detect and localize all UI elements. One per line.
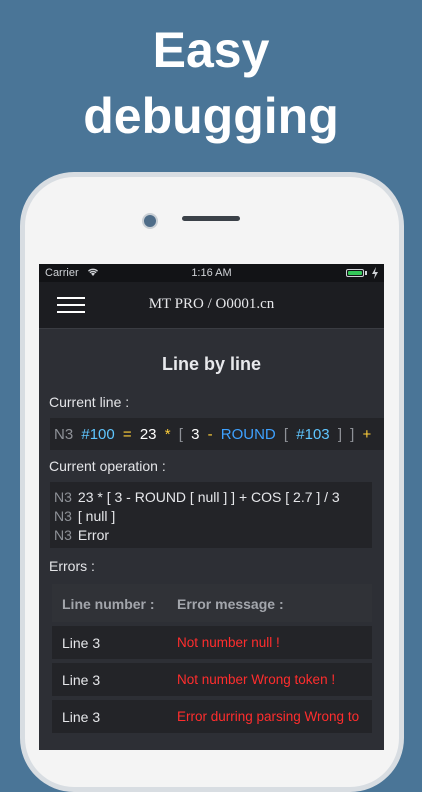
operation-line: N3 Error <box>54 527 368 546</box>
token-bracket: [ <box>283 426 289 443</box>
battery-icon <box>346 269 364 277</box>
table-row[interactable]: Line 3 Error durring parsing Wrong to <box>52 700 372 733</box>
token-variable: #100 <box>81 426 115 443</box>
errors-table: Line number : Error message : Line 3 Not… <box>52 584 372 733</box>
token-number: 3 <box>191 426 200 443</box>
operation-line-number: N3 <box>54 508 72 524</box>
battery-tip <box>365 271 367 275</box>
headline-line-1: Easy <box>152 22 270 78</box>
nav-title: MT PRO / O0001.cn <box>148 296 275 312</box>
token-variable: #103 <box>296 426 330 443</box>
operation-line-number: N3 <box>54 489 72 505</box>
current-operation-box: N3 23 * [ 3 - ROUND [ null ] ] + COS [ 2.… <box>50 482 372 548</box>
row-error-message: Not number Wrong token ! <box>177 672 336 687</box>
row-error-message: Error durring parsing Wrong to <box>177 709 360 724</box>
headline-line-2: debugging <box>83 88 339 144</box>
token-operator: + <box>362 426 372 443</box>
table-row[interactable]: Line 3 Not number null ! <box>52 626 372 659</box>
table-row[interactable]: Line 3 Not number Wrong token ! <box>52 663 372 696</box>
operation-text: [ null ] <box>77 508 116 524</box>
app-screen: Carrier 1:16 AM MT PRO / O0001.cn Line b… <box>39 264 384 750</box>
row-error-message: Not number null ! <box>177 635 280 650</box>
front-camera <box>142 213 158 229</box>
section-title: Line by line <box>161 354 262 374</box>
token-operator: * <box>164 426 171 443</box>
operation-text: 23 * [ 3 - ROUND [ null ] ] + COS [ 2.7 … <box>77 489 340 505</box>
token-bracket: ] <box>350 426 355 443</box>
token-number: 23 <box>139 426 157 443</box>
token-line-number: N3 <box>54 426 74 443</box>
operation-text: Error <box>77 527 110 543</box>
row-line-number: Line 3 <box>62 635 101 651</box>
earpiece-speaker <box>182 216 240 221</box>
table-header: Line number : Error message : <box>52 584 372 622</box>
header-error-message: Error message : <box>177 596 284 612</box>
token-bracket: ] <box>337 426 342 443</box>
nav-bar: MT PRO / O0001.cn <box>39 282 384 329</box>
token-bracket: [ <box>178 426 183 443</box>
row-line-number: Line 3 <box>62 672 101 688</box>
operation-line: N3 [ null ] <box>54 508 368 527</box>
row-line-number: Line 3 <box>62 709 101 725</box>
operation-line-number: N3 <box>54 527 72 543</box>
token-operator: - <box>207 426 213 443</box>
errors-label: Errors : <box>49 558 95 574</box>
current-line-label: Current line : <box>49 394 130 410</box>
token-operator: = <box>122 426 132 443</box>
operation-line: N3 23 * [ 3 - ROUND [ null ] ] + COS [ 2.… <box>54 489 368 508</box>
charging-bolt-icon <box>372 267 378 279</box>
current-operation-label: Current operation : <box>49 458 166 474</box>
header-line-number: Line number : <box>62 596 155 612</box>
status-bar: Carrier 1:16 AM <box>39 264 384 282</box>
clock: 1:16 AM <box>191 267 232 279</box>
token-function: ROUND <box>220 426 276 443</box>
current-line-box: N3 #100 = 23 * [ 3 - ROUND [ #103 ] ] + <box>50 418 384 450</box>
